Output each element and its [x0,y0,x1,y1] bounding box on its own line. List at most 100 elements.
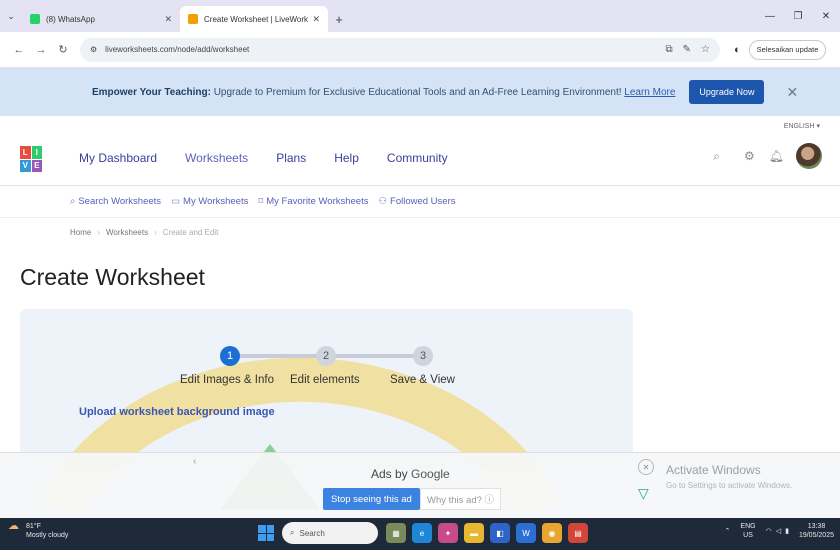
widgets-icon[interactable]: ▦ [386,523,406,543]
activate-windows-title: Activate Windows [666,463,761,477]
wizard-steps: 1 2 3 Edit Images & Info Edit elements S… [20,340,633,400]
banner-headline: Empower Your Teaching: [92,86,211,98]
close-tab-icon[interactable]: ✕ [312,14,320,25]
lang-top: ENG [740,523,756,530]
activate-windows-subtitle: Go to Settings to activate Windows. [666,481,793,490]
reload-icon[interactable]: ↻ [52,43,74,56]
forward-arrow-icon[interactable]: → [30,44,52,56]
header-actions: ⌕ ⚙ 🔔︎ [689,143,822,169]
step-connector [232,354,324,358]
time: 13:38 [807,523,826,530]
nav-my-dashboard[interactable]: My Dashboard [79,151,157,165]
wifi-icon[interactable]: ◠ [766,527,772,536]
ad-close-icon[interactable]: ✕ [638,459,654,475]
weather-desc: Mostly cloudy [26,532,69,539]
subnav-label: My Worksheets [183,196,249,207]
logo-letter: V [20,159,31,172]
logo-letter: L [20,146,31,159]
share-icon[interactable]: ⧉ [666,44,673,55]
step-connector [328,354,424,358]
step-3-label: Save & View [390,374,455,386]
google-label: Google [411,467,450,481]
header-divider [0,185,840,186]
language-indicator[interactable]: ENG US [740,522,755,540]
breadcrumb-separator: › [154,228,157,237]
live-logo[interactable]: L I V E [20,146,42,172]
gear-icon[interactable]: ⚙ [744,149,755,163]
subnav-my-worksheets[interactable]: ▭ My Worksheets [171,196,248,207]
bookmark-icon: ⌑ [258,196,264,207]
nav-worksheets[interactable]: Worksheets [185,151,248,165]
edge-icon[interactable]: e [412,523,432,543]
close-tab-icon[interactable]: ✕ [164,14,172,25]
update-button[interactable]: Selesaikan update [748,39,827,60]
step-1-label: Edit Images & Info [180,374,274,386]
ads-by-label: Ads by [371,467,408,481]
bookmark-star-icon[interactable]: ☆ [701,44,710,55]
upgrade-now-button[interactable]: Upgrade Now [689,80,765,104]
tab-create-worksheet[interactable]: Create Worksheet | LiveWorksh... ✕ [180,6,328,32]
nav-community[interactable]: Community [387,151,448,165]
app-icon[interactable]: ▤ [568,523,588,543]
volume-icon[interactable]: ◁ [776,527,781,536]
whatsapp-favicon-icon [30,14,40,24]
site-settings-icon[interactable]: ⚙ [90,45,97,54]
minimize-icon[interactable]: — [756,0,784,32]
ads-by-google: Ads by Google [371,467,450,481]
word-icon[interactable]: W [516,523,536,543]
weather-widget[interactable]: ☁ 81°F Mostly cloudy [8,521,69,540]
clock[interactable]: 13:38 19/05/2025 [799,522,834,540]
language-selector[interactable]: ENGLISH ▾ [784,122,820,130]
date: 19/05/2025 [798,532,834,539]
window-controls: — ❐ ✕ [756,0,840,32]
users-icon: ⚇ [378,196,388,207]
bell-icon[interactable]: 🔔︎ [769,149,784,163]
step-3-dot[interactable]: 3 [413,346,433,366]
file-explorer-icon[interactable]: ▬ [464,523,484,543]
subnav-search-worksheets[interactable]: ⌕ Search Worksheets [70,196,161,207]
subnav-divider [0,217,840,218]
premium-banner: Empower Your Teaching: Upgrade to Premiu… [0,68,840,116]
nav-plans[interactable]: Plans [276,151,306,165]
chrome-icon[interactable]: ◉ [542,523,562,543]
logo-letter: I [31,146,42,159]
restore-icon[interactable]: ❐ [784,0,812,32]
avatar[interactable] [796,143,822,169]
breadcrumb-home[interactable]: Home [70,228,91,237]
stop-seeing-ad-button[interactable]: Stop seeing this ad [323,488,420,510]
system-tray: ⌃ ENG US ◠ ◁ ▮ 13:38 19/05/2025 [715,522,834,540]
subnav-label: Search Worksheets [78,196,162,207]
why-this-ad-button[interactable]: Why this ad? ⓘ [420,488,502,510]
url-input[interactable]: ⚙ liveworksheets.com/node/add/worksheet … [80,37,720,62]
upload-background-link[interactable]: Upload worksheet background image [79,406,275,418]
breadcrumb-worksheets[interactable]: Worksheets [106,228,148,237]
banner-close-icon[interactable]: ✕ [786,84,798,101]
back-arrow-icon[interactable]: ← [8,44,30,56]
subnav-favorite-worksheets[interactable]: ⌑ My Favorite Worksheets [258,196,368,207]
windows-start-icon[interactable] [258,525,274,541]
search-icon: ⌕ [290,528,295,537]
main-nav: My Dashboard Worksheets Plans Help Commu… [79,151,476,165]
store-icon[interactable]: ◧ [490,523,510,543]
learn-more-link[interactable]: Learn More [624,87,675,98]
new-tab-button[interactable]: + [328,6,350,32]
taskbar-search-input[interactable]: ⌕ Search [282,522,378,544]
adchoices-icon[interactable]: ▽ [638,485,649,502]
step-2-label: Edit elements [290,374,360,386]
url-text: liveworksheets.com/node/add/worksheet [105,45,250,54]
book-icon: ▭ [171,196,181,207]
chevron-up-icon[interactable]: ⌃ [725,527,731,536]
step-2-dot[interactable]: 2 [316,346,336,366]
tab-search-chevron-icon[interactable]: ⌄ [0,0,22,32]
copilot-icon[interactable]: ✦ [438,523,458,543]
page-title: Create Worksheet [20,264,205,290]
nav-help[interactable]: Help [334,151,359,165]
translate-icon[interactable]: ✎ [683,44,691,55]
tab-whatsapp[interactable]: (8) WhatsApp ✕ [22,6,180,32]
battery-icon[interactable]: ▮ [785,527,789,536]
step-1-dot[interactable]: 1 [220,346,240,366]
search-icon[interactable]: ⌕ [713,149,720,164]
close-window-icon[interactable]: ✕ [812,0,840,32]
subnav-followed-users[interactable]: ⚇ Followed Users [378,196,455,207]
extension-icon[interactable]: ◐ [734,44,741,56]
